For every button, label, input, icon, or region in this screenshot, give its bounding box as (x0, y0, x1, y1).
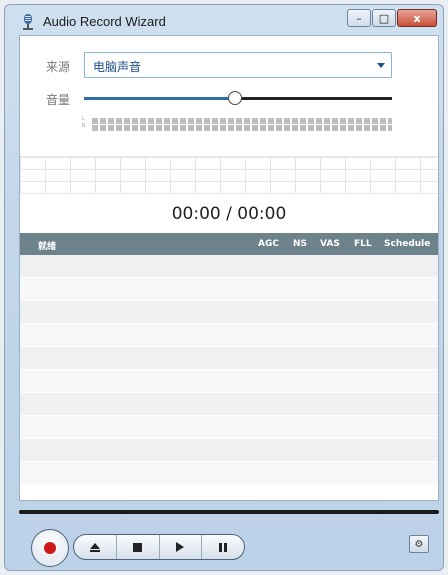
meter-right-channel-label: R (82, 123, 86, 129)
settings-button[interactable]: ⚙ (409, 535, 429, 553)
table-row[interactable] (20, 278, 438, 301)
column-vas[interactable]: VAS (320, 239, 340, 249)
column-ns[interactable]: NS (293, 239, 307, 249)
column-schedule[interactable]: Schedule (384, 239, 430, 249)
window-title: Audio Record Wizard (43, 14, 166, 29)
pause-button[interactable] (202, 535, 244, 559)
close-button[interactable]: x (397, 9, 437, 27)
source-label: 来源 (46, 60, 71, 74)
table-row[interactable] (20, 439, 438, 462)
meter-left-channel-label: L (82, 116, 85, 122)
eject-button[interactable] (74, 535, 117, 559)
source-dropdown[interactable]: 电脑声音 (84, 52, 392, 78)
volume-slider-thumb[interactable] (227, 91, 242, 105)
transport-controls (73, 534, 245, 560)
play-icon (176, 542, 185, 552)
record-icon (44, 542, 56, 554)
playback-progress-bar[interactable] (19, 510, 439, 514)
table-row[interactable] (20, 347, 438, 370)
maximize-button[interactable]: □ (372, 9, 396, 27)
stop-button[interactable] (117, 535, 160, 559)
table-row[interactable] (20, 462, 438, 485)
recordings-table-body[interactable] (20, 255, 438, 501)
table-row[interactable] (20, 301, 438, 324)
column-fll[interactable]: FLL (354, 239, 372, 249)
level-meter: L R (82, 116, 392, 132)
level-meter-bars (92, 118, 392, 131)
stop-icon (133, 542, 143, 552)
column-status[interactable]: 就绪 (38, 239, 56, 252)
table-row[interactable] (20, 324, 438, 347)
title-bar[interactable]: Audio Record Wizard – □ x (5, 5, 443, 35)
main-panel: 来源 电脑声音 音量 L R 00:00 / 00:00 就绪 AGC NS V… (19, 35, 439, 501)
minimize-button[interactable]: – (347, 9, 371, 27)
column-agc[interactable]: AGC (258, 239, 279, 249)
app-window: Audio Record Wizard – □ x 来源 电脑声音 音量 L R… (4, 4, 444, 571)
recordings-table-header: 就绪 AGC NS VAS FLL Schedule (20, 233, 438, 255)
table-row[interactable] (20, 416, 438, 439)
table-row[interactable] (20, 393, 438, 416)
time-total: 00:00 (237, 204, 287, 224)
play-button[interactable] (160, 535, 203, 559)
table-row[interactable] (20, 255, 438, 278)
time-display: 00:00 / 00:00 (20, 204, 438, 224)
time-elapsed: 00:00 (171, 204, 221, 224)
caption-buttons: – □ x (347, 9, 437, 27)
chevron-down-icon (377, 63, 385, 68)
microphone-app-icon (23, 14, 33, 30)
source-dropdown-value: 电脑声音 (93, 60, 142, 74)
volume-label: 音量 (46, 93, 71, 107)
volume-slider[interactable] (84, 91, 392, 105)
eject-icon (89, 542, 100, 552)
time-separator: / (226, 204, 232, 224)
waveform-grid (20, 156, 438, 194)
table-row[interactable] (20, 370, 438, 393)
pause-icon (219, 542, 228, 552)
record-button[interactable] (31, 529, 69, 567)
gear-icon: ⚙ (414, 538, 424, 550)
volume-slider-fill (84, 97, 235, 100)
